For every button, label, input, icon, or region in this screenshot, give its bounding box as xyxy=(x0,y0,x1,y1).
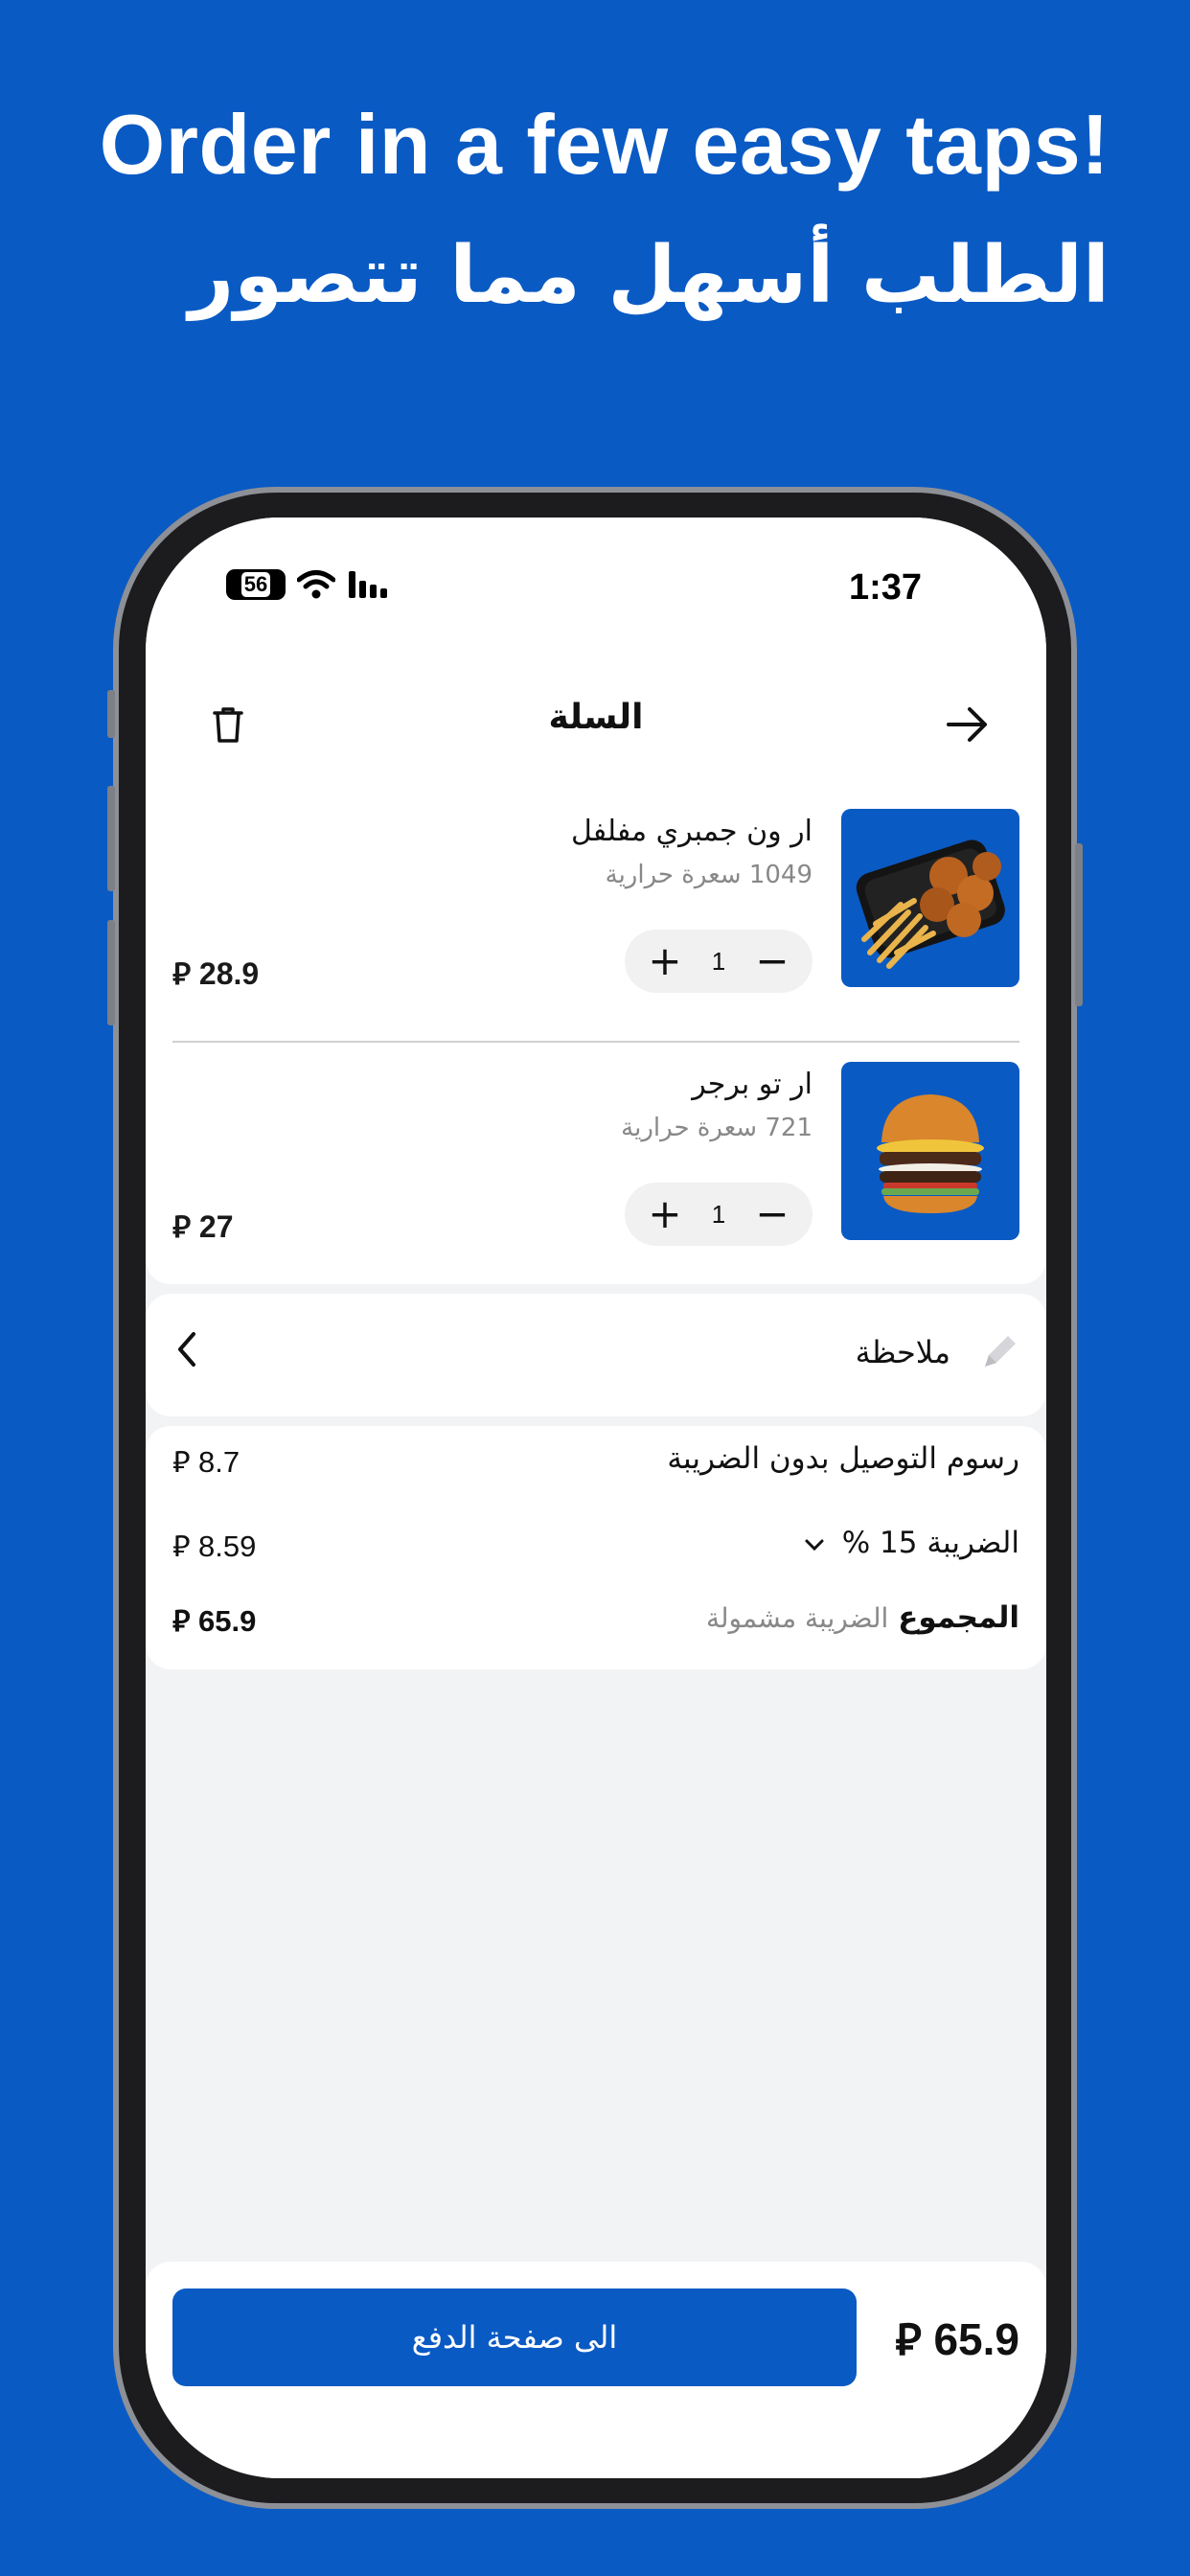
phone-side-button xyxy=(107,690,115,738)
riyal-icon: ⃁ xyxy=(895,2313,922,2365)
chevron-down-icon xyxy=(805,1539,824,1552)
total-row: المجموع الضريبة مشمولة ⃁ 65.9 xyxy=(172,1600,1019,1648)
item-calories: 1049 سعرة حرارية xyxy=(605,861,812,889)
item-calories: 721 سعرة حرارية xyxy=(621,1114,812,1142)
delivery-fee-row: رسوم التوصيل بدون الضريبة ⃁ 8.7 xyxy=(172,1441,1019,1489)
note-row[interactable]: ملاحظة xyxy=(146,1294,1046,1416)
item-price: ⃁ 28.9 xyxy=(172,955,260,992)
checkout-bar: الى صفحة الدفع ⃁ 65.9 xyxy=(146,2262,1046,2478)
item-image-burger xyxy=(841,1062,1019,1240)
tax-included-note: الضريبة مشمولة xyxy=(705,1602,889,1634)
total-label: المجموع الضريبة مشمولة xyxy=(705,1600,1019,1635)
status-time: 1:37 xyxy=(848,567,922,608)
headline-arabic: الطلب أسهل مما تتصور xyxy=(189,230,1110,321)
item-quantity: 1 xyxy=(711,1199,726,1229)
headline-english: Order in a few easy taps! xyxy=(99,97,1110,192)
item-divider xyxy=(172,1041,1019,1043)
delivery-fee-label: رسوم التوصيل بدون الضريبة xyxy=(667,1441,1019,1476)
item-name: ار تو برجر xyxy=(692,1068,812,1101)
phone-side-button xyxy=(1075,843,1083,1006)
tax-label: الضريبة 15 % xyxy=(804,1526,1019,1560)
tax-row[interactable]: الضريبة 15 % ⃁ 8.59 xyxy=(172,1526,1019,1574)
status-bar: 56 1:37 xyxy=(146,518,1046,661)
arrow-right-icon xyxy=(947,707,987,742)
riyal-icon: ⃁ xyxy=(172,1604,191,1639)
back-button[interactable] xyxy=(939,696,996,753)
item-quantity: 1 xyxy=(711,946,726,976)
riyal-icon: ⃁ xyxy=(172,1445,191,1480)
cart-item: ار ون جمبري مفلفل 1049 سعرة حرارية + 1 −… xyxy=(172,797,1019,1029)
status-icons: 56 xyxy=(226,569,395,600)
tax-value: ⃁ 8.59 xyxy=(172,1530,257,1564)
quantity-stepper: + 1 − xyxy=(625,1183,812,1246)
phone-side-button xyxy=(107,920,115,1025)
riyal-icon: ⃁ xyxy=(172,1530,191,1564)
item-image-fried-shrimp xyxy=(841,809,1019,987)
phone-side-button xyxy=(107,786,115,891)
riyal-icon: ⃁ xyxy=(172,955,192,992)
pencil-icon xyxy=(977,1332,1019,1378)
cart-header: السلة xyxy=(146,661,1046,786)
signal-icon xyxy=(349,571,387,598)
page-title: السلة xyxy=(548,698,644,737)
decrease-quantity-button[interactable]: − xyxy=(753,1194,791,1234)
phone-screen: 56 1:37 السلة ار ون جمبري مفلفل 1049 سعر… xyxy=(146,518,1046,2478)
increase-quantity-button[interactable]: + xyxy=(646,1194,684,1234)
item-price: ⃁ 27 xyxy=(172,1208,234,1245)
increase-quantity-button[interactable]: + xyxy=(646,941,684,981)
wifi-icon xyxy=(297,570,335,599)
riyal-icon: ⃁ xyxy=(172,1208,192,1245)
delivery-fee-value: ⃁ 8.7 xyxy=(172,1445,240,1480)
cart-item: ار تو برجر 721 سعرة حرارية + 1 − ⃁ 27 xyxy=(172,1050,1019,1282)
chevron-left-icon xyxy=(172,1328,201,1374)
order-summary: رسوم التوصيل بدون الضريبة ⃁ 8.7 الضريبة … xyxy=(146,1426,1046,1669)
item-name: ار ون جمبري مفلفل xyxy=(571,815,812,848)
checkout-total: ⃁ 65.9 xyxy=(895,2313,1019,2365)
decrease-quantity-button[interactable]: − xyxy=(753,941,791,981)
cart-items-list: ار ون جمبري مفلفل 1049 سعرة حرارية + 1 −… xyxy=(146,786,1046,1284)
battery-icon: 56 xyxy=(226,569,286,600)
checkout-button[interactable]: الى صفحة الدفع xyxy=(172,2288,857,2386)
total-value: ⃁ 65.9 xyxy=(172,1604,257,1639)
quantity-stepper: + 1 − xyxy=(625,930,812,993)
note-label: ملاحظة xyxy=(855,1334,950,1370)
